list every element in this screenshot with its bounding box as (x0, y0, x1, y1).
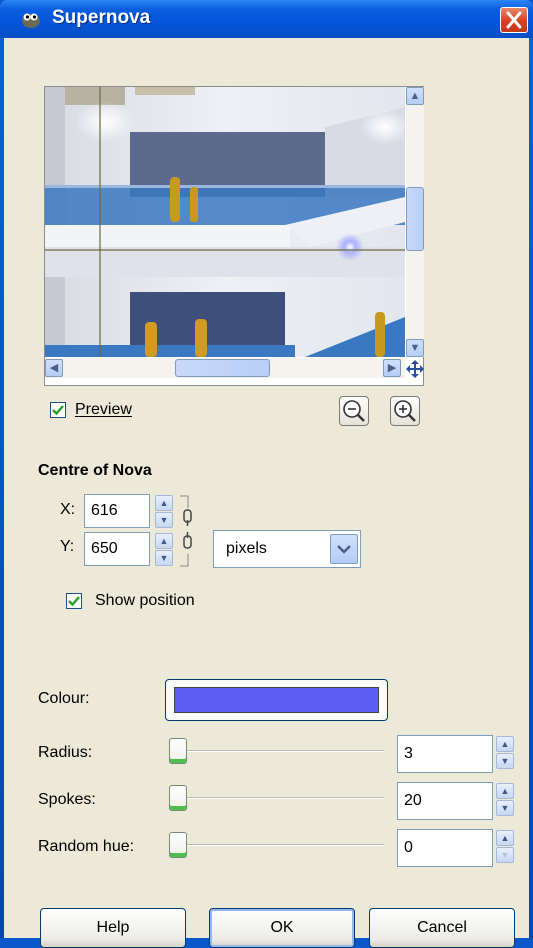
random-hue-increment-button[interactable]: ▲ (496, 830, 514, 846)
random-hue-field[interactable]: 0 (397, 829, 493, 867)
unit-select-value: pixels (226, 540, 267, 557)
radius-field[interactable]: 3 (397, 735, 493, 773)
checkmark-icon (52, 405, 64, 416)
show-position-label: Show position (95, 592, 195, 609)
preview-checkbox[interactable] (50, 402, 66, 418)
spokes-increment-button[interactable]: ▲ (496, 783, 514, 799)
window-title: Supernova (52, 7, 151, 28)
y-increment-button[interactable]: ▲ (155, 533, 173, 549)
checkmark-icon (68, 596, 80, 607)
scroll-left-button[interactable]: ◀ (45, 359, 63, 377)
title-bar: Supernova (0, 0, 533, 38)
spokes-field[interactable]: 20 (397, 782, 493, 820)
zoom-in-icon (394, 400, 416, 422)
ok-button[interactable]: OK (209, 908, 355, 948)
random-hue-slider-track[interactable] (184, 844, 384, 846)
y-label: Y: (60, 538, 75, 555)
random-hue-label: Random hue: (38, 838, 135, 855)
preview-image[interactable] (45, 87, 405, 357)
x-decrement-button[interactable]: ▼ (155, 512, 173, 528)
chain-link-icon[interactable] (176, 494, 196, 568)
scroll-down-button[interactable]: ▼ (406, 339, 424, 357)
ok-button-label: OK (270, 919, 294, 936)
preview-area: ▲ ▼ ◀ ▶ (44, 86, 424, 386)
close-button[interactable] (500, 7, 528, 33)
zoom-out-icon (343, 400, 365, 422)
cancel-button-label: Cancel (417, 919, 467, 936)
move-navigate-icon[interactable] (405, 359, 425, 379)
radius-slider-track[interactable] (184, 750, 384, 752)
scroll-up-button[interactable]: ▲ (406, 87, 424, 105)
spokes-slider-thumb[interactable] (169, 785, 187, 811)
spokes-slider-track[interactable] (184, 797, 384, 799)
zoom-out-button[interactable] (339, 396, 369, 426)
preview-vertical-scrollbar[interactable]: ▲ ▼ (406, 87, 424, 357)
help-button-label: Help (96, 919, 130, 936)
scroll-right-button[interactable]: ▶ (383, 359, 401, 377)
radius-slider-thumb[interactable] (169, 738, 187, 764)
preview-label: Preview (75, 401, 132, 418)
random-hue-decrement-button[interactable]: ▼ (496, 847, 514, 863)
colour-swatch (174, 687, 379, 713)
x-label: X: (60, 501, 76, 518)
chevron-down-icon (337, 545, 351, 554)
close-icon (506, 11, 522, 29)
show-position-checkbox[interactable] (66, 593, 82, 609)
spokes-decrement-button[interactable]: ▼ (496, 800, 514, 816)
cancel-button[interactable]: Cancel (369, 908, 515, 948)
y-field[interactable]: 650 (84, 532, 150, 566)
radius-label: Radius: (38, 744, 93, 761)
dialog-content: ▲ ▼ ◀ ▶ Preview Centre of Nova X: 616 ▲ … (4, 38, 529, 948)
help-button[interactable]: Help (40, 908, 186, 948)
y-decrement-button[interactable]: ▼ (155, 550, 173, 566)
zoom-in-button[interactable] (390, 396, 420, 426)
gimp-wilber-icon (22, 13, 40, 28)
colour-label: Colour: (38, 690, 90, 707)
preview-horizontal-scrollbar[interactable]: ◀ ▶ (45, 358, 405, 378)
supernova-dialog: Supernova ▲ ▼ ◀ ▶ Preview Centre of Nova… (0, 0, 533, 948)
x-increment-button[interactable]: ▲ (155, 495, 173, 511)
vertical-scroll-thumb[interactable] (406, 187, 424, 251)
centre-of-nova-heading: Centre of Nova (38, 462, 152, 479)
spokes-label: Spokes: (38, 791, 96, 808)
unit-dropdown-button[interactable] (330, 534, 358, 564)
unit-select[interactable]: pixels (213, 530, 361, 568)
horizontal-scroll-thumb[interactable] (175, 359, 270, 377)
random-hue-slider-thumb[interactable] (169, 832, 187, 858)
x-field[interactable]: 616 (84, 494, 150, 528)
colour-button[interactable] (165, 679, 388, 721)
radius-decrement-button[interactable]: ▼ (496, 753, 514, 769)
radius-increment-button[interactable]: ▲ (496, 736, 514, 752)
